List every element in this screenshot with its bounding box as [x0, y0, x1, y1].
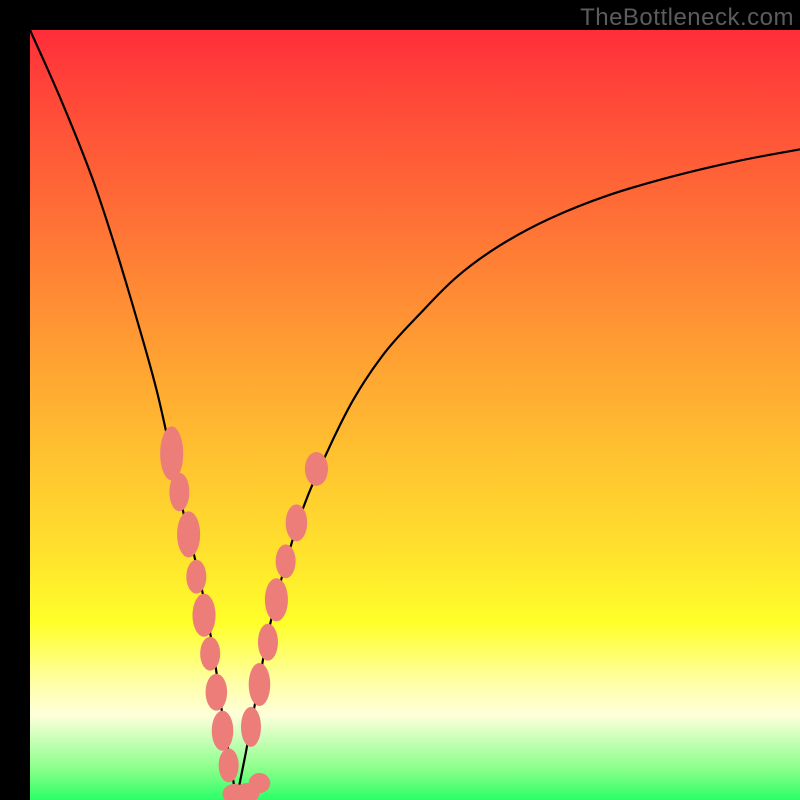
highlight-marker [249, 773, 271, 793]
chart-frame: TheBottleneck.com [0, 0, 800, 800]
curve-layer [30, 30, 800, 800]
highlight-marker [258, 624, 278, 661]
highlight-marker [249, 663, 271, 706]
highlight-marker [160, 427, 183, 481]
highlight-marker [276, 544, 296, 578]
marker-group [160, 427, 328, 800]
source-watermark: TheBottleneck.com [580, 4, 794, 32]
highlight-marker [219, 748, 239, 782]
highlight-marker [241, 707, 261, 747]
highlight-marker [177, 511, 200, 557]
highlight-marker [305, 452, 328, 486]
highlight-marker [212, 711, 234, 751]
plot-area [30, 30, 800, 800]
highlight-marker [286, 504, 308, 541]
highlight-marker [200, 637, 220, 671]
highlight-marker [265, 578, 288, 621]
left-curve [30, 30, 236, 800]
highlight-marker [192, 594, 215, 637]
highlight-marker [186, 560, 206, 594]
highlight-marker [206, 674, 228, 711]
highlight-marker [169, 473, 189, 512]
